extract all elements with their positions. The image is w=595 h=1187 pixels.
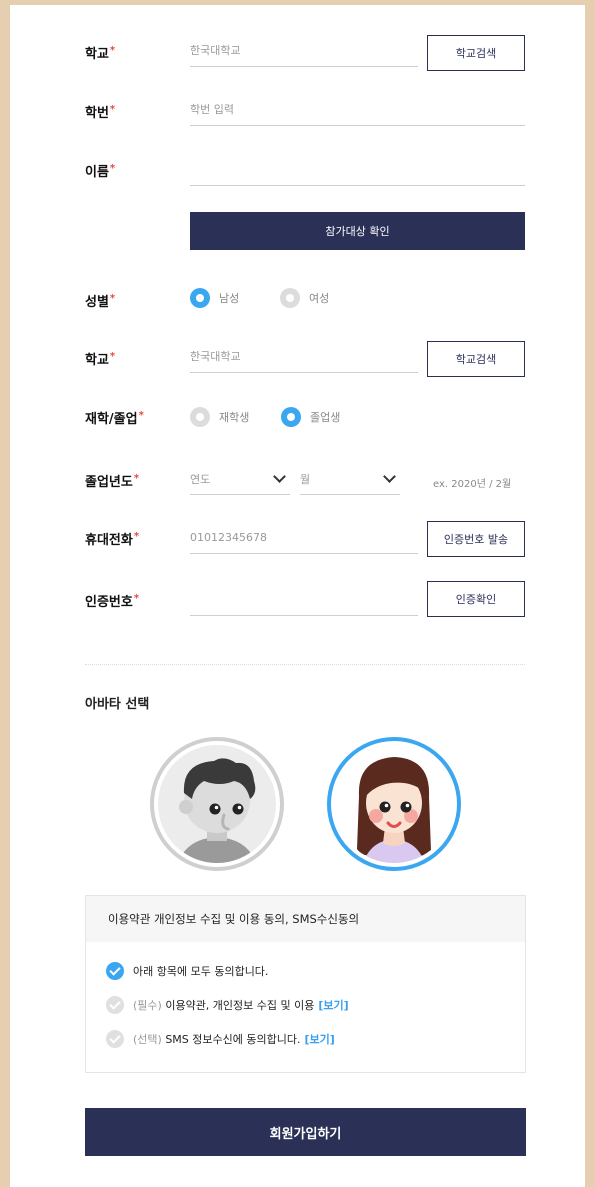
- view-sms-terms-link[interactable]: [보기]: [304, 1031, 334, 1047]
- grad-year-value: 연도: [190, 472, 211, 486]
- school-field[interactable]: [190, 35, 418, 67]
- gender-female-label: 여성: [309, 292, 330, 305]
- chevron-down-icon: [383, 469, 396, 483]
- phone-label: 휴대전화*: [85, 531, 140, 548]
- auth-code-input[interactable]: [190, 584, 418, 616]
- auth-code-label: 인증번호*: [85, 593, 140, 610]
- auth-code-field[interactable]: [190, 584, 418, 616]
- school2-label: 학교*: [85, 351, 116, 368]
- grad-year-select[interactable]: 연도: [190, 463, 290, 495]
- radio-unselected-icon: [280, 288, 300, 308]
- grad-year-label: 졸업년도*: [85, 473, 140, 490]
- agree-all-checkbox[interactable]: 아래 항목에 모두 동의합니다.: [106, 962, 268, 980]
- radio-unselected-icon: [190, 407, 210, 427]
- gender-male-label: 남성: [219, 292, 240, 305]
- status-graduated-label: 졸업생: [310, 411, 341, 424]
- gender-label: 성별*: [85, 293, 116, 310]
- sms-terms-label: SMS 정보수신에 동의합니다.: [165, 1033, 301, 1046]
- school2-field[interactable]: [190, 341, 418, 373]
- status-enrolled-radio[interactable]: 재학생: [190, 407, 249, 427]
- view-required-terms-link[interactable]: [보기]: [318, 997, 348, 1013]
- terms-box: 이용약관 개인정보 수집 및 이용 동의, SMS수신동의 아래 항목에 모두 …: [85, 895, 526, 1073]
- grad-year-hint: ex. 2020년 / 2월: [433, 479, 512, 490]
- status-label: 재학/졸업*: [85, 410, 144, 427]
- avatar-boy[interactable]: [150, 737, 284, 871]
- gender-female-radio[interactable]: 여성: [280, 288, 329, 308]
- avatar-section-title: 아바타 선택: [85, 697, 150, 712]
- grad-month-value: 월: [300, 472, 311, 486]
- status-enrolled-label: 재학생: [219, 411, 250, 424]
- student-id-input[interactable]: [190, 94, 525, 126]
- girl-avatar-icon: [335, 745, 453, 863]
- chevron-down-icon: [273, 469, 286, 483]
- gender-male-radio[interactable]: 남성: [190, 288, 239, 308]
- school-label: 학교*: [85, 45, 116, 62]
- optional-prefix: (선택): [133, 1033, 162, 1046]
- signup-submit-button[interactable]: 회원가입하기: [85, 1108, 526, 1156]
- avatar-girl[interactable]: [327, 737, 461, 871]
- school2-search-button[interactable]: 학교검색: [427, 341, 525, 377]
- school-search-button[interactable]: 학교검색: [427, 35, 525, 71]
- radio-selected-icon: [190, 288, 210, 308]
- radio-selected-icon: [281, 407, 301, 427]
- check-unselected-icon: [106, 1030, 124, 1048]
- verify-eligibility-button[interactable]: 참가대상 확인: [190, 212, 525, 250]
- check-unselected-icon: [106, 996, 124, 1014]
- phone-field[interactable]: [190, 522, 418, 554]
- agree-required-checkbox[interactable]: (필수) 이용약관, 개인정보 수집 및 이용 [보기]: [106, 996, 349, 1014]
- send-code-button[interactable]: 인증번호 발송: [427, 521, 525, 557]
- section-divider: [85, 664, 525, 665]
- name-label: 이름*: [85, 163, 116, 180]
- status-graduated-radio[interactable]: 졸업생: [281, 407, 340, 427]
- boy-avatar-icon: [158, 745, 276, 863]
- student-id-field[interactable]: [190, 94, 525, 126]
- check-selected-icon: [106, 962, 124, 980]
- required-prefix: (필수): [133, 999, 162, 1012]
- name-input[interactable]: [190, 154, 525, 186]
- phone-input[interactable]: [190, 522, 418, 554]
- agree-all-label: 아래 항목에 모두 동의합니다.: [133, 965, 269, 978]
- student-id-label: 학번*: [85, 104, 116, 121]
- required-terms-label: 이용약관, 개인정보 수집 및 이용: [165, 999, 315, 1012]
- school2-input[interactable]: [190, 341, 418, 373]
- signup-panel: 학교* 학교검색 학번* 이름* 참가대상 확인 성별* 남성 여성 학교* 학…: [10, 5, 585, 1187]
- school-input[interactable]: [190, 35, 418, 67]
- name-field[interactable]: [190, 154, 525, 186]
- agree-sms-checkbox[interactable]: (선택) SMS 정보수신에 동의합니다. [보기]: [106, 1030, 335, 1048]
- grad-month-select[interactable]: 월: [300, 463, 400, 495]
- terms-title: 이용약관 개인정보 수집 및 이용 동의, SMS수신동의: [86, 896, 525, 942]
- verify-code-button[interactable]: 인증확인: [427, 581, 525, 617]
